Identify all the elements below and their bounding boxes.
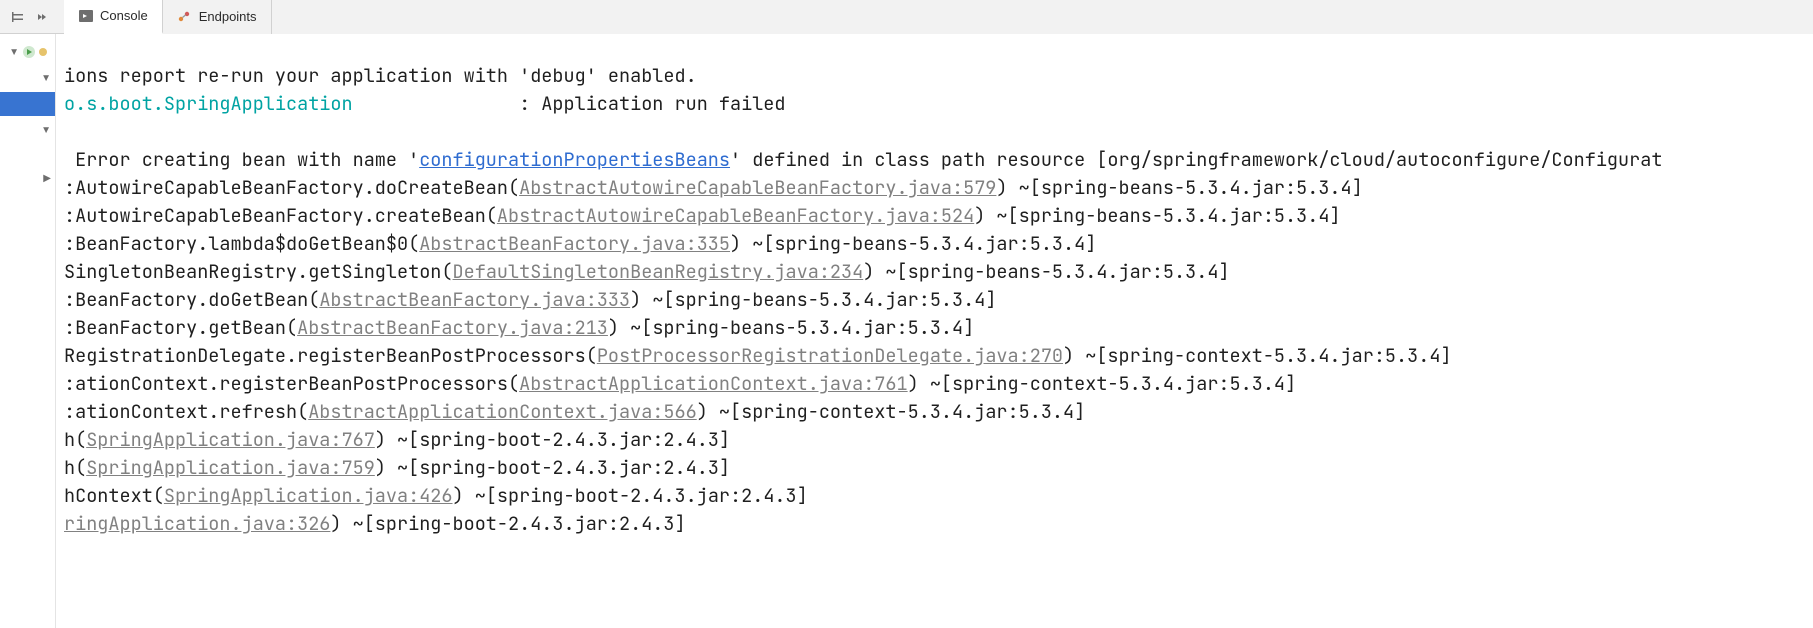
stack-frame: :BeanFactory.lambda$doGetBean$0(	[64, 231, 419, 256]
source-link[interactable]: AbstractApplicationContext.java:566	[308, 399, 697, 424]
stack-frame: :AutowireCapableBeanFactory.createBean(	[64, 203, 497, 228]
stack-frame: hContext(	[64, 483, 164, 508]
stack-frame: :BeanFactory.getBean(	[64, 315, 297, 340]
endpoints-icon	[177, 9, 193, 25]
gutter-row-selected[interactable]	[0, 92, 55, 116]
stack-frame: h(	[64, 455, 86, 480]
stack-frame: ) ~[spring-beans-5.3.4.jar:5.3.4]	[608, 315, 974, 340]
console-line: : Application run failed	[353, 91, 786, 116]
stack-frame: :ationContext.registerBeanPostProcessors…	[64, 371, 519, 396]
stack-frame: ) ~[spring-boot-2.4.3.jar:2.4.3]	[330, 511, 685, 536]
logger-name: o.s.boot.SpringApplication	[64, 91, 353, 116]
source-link[interactable]: DefaultSingletonBeanRegistry.java:234	[453, 259, 864, 284]
stack-frame: ) ~[spring-beans-5.3.4.jar:5.3.4]	[630, 287, 996, 312]
stack-frame: ) ~[spring-beans-5.3.4.jar:5.3.4]	[996, 175, 1362, 200]
more-button[interactable]	[30, 5, 54, 29]
source-link[interactable]: SpringApplication.java:767	[86, 427, 375, 452]
tab-endpoints[interactable]: Endpoints	[163, 0, 272, 34]
toolwindow-header: Console Endpoints	[0, 0, 1813, 34]
source-link[interactable]: AbstractAutowireCapableBeanFactory.java:…	[519, 175, 996, 200]
stack-frame: RegistrationDelegate.registerBeanPostPro…	[64, 343, 597, 368]
source-link[interactable]: ringApplication.java:326	[64, 511, 330, 536]
console-line: Error creating bean with name '	[64, 147, 419, 172]
stack-frame: SingletonBeanRegistry.getSingleton(	[64, 259, 453, 284]
gutter-row[interactable]: ▼	[0, 118, 55, 142]
chevron-down-icon: ▼	[41, 125, 51, 136]
stack-frame: ) ~[spring-context-5.3.4.jar:5.3.4]	[1063, 343, 1452, 368]
stack-frame: ) ~[spring-beans-5.3.4.jar:5.3.4]	[974, 203, 1340, 228]
console-line: ' defined in class path resource [org/sp…	[730, 147, 1662, 172]
chevron-down-icon: ▼	[41, 73, 51, 84]
source-link[interactable]: SpringApplication.java:426	[164, 483, 453, 508]
stack-frame: ) ~[spring-boot-2.4.3.jar:2.4.3]	[453, 483, 808, 508]
header-spacer	[272, 0, 1813, 34]
stack-frame: ) ~[spring-beans-5.3.4.jar:5.3.4]	[730, 231, 1096, 256]
stack-frame: :AutowireCapableBeanFactory.doCreateBean…	[64, 175, 519, 200]
chevron-right-icon: ▶	[43, 173, 51, 184]
stack-frame: ) ~[spring-beans-5.3.4.jar:5.3.4]	[863, 259, 1229, 284]
console-line: ions report re-run your application with…	[64, 63, 697, 88]
source-link[interactable]: AbstractBeanFactory.java:333	[319, 287, 630, 312]
console-output[interactable]: ions report re-run your application with…	[56, 34, 1813, 628]
stack-frame: ) ~[spring-context-5.3.4.jar:5.3.4]	[908, 371, 1297, 396]
gutter-row[interactable]: ▼	[0, 66, 55, 90]
source-link[interactable]: PostProcessorRegistrationDelegate.java:2…	[597, 343, 1063, 368]
tab-label: Endpoints	[199, 9, 257, 24]
tab-label: Console	[100, 8, 148, 23]
stack-frame: :BeanFactory.doGetBean(	[64, 287, 319, 312]
chevron-down-icon: ▼	[9, 47, 19, 58]
source-link[interactable]: AbstractApplicationContext.java:761	[519, 371, 908, 396]
stack-frame: ) ~[spring-context-5.3.4.jar:5.3.4]	[697, 399, 1086, 424]
stack-frame: :ationContext.refresh(	[64, 399, 308, 424]
stack-frame: ) ~[spring-boot-2.4.3.jar:2.4.3]	[375, 427, 730, 452]
hide-panel-button[interactable]	[6, 5, 30, 29]
run-gutter: ▼ ▼ ▼ ▶	[0, 34, 56, 628]
gutter-row[interactable]: ▶	[0, 166, 55, 190]
source-link[interactable]: AbstractBeanFactory.java:213	[297, 315, 608, 340]
source-link[interactable]: AbstractAutowireCapableBeanFactory.java:…	[497, 203, 974, 228]
tab-console[interactable]: Console	[64, 0, 163, 34]
source-link[interactable]: SpringApplication.java:759	[86, 455, 375, 480]
status-badge-icon	[35, 44, 51, 60]
console-icon	[78, 8, 94, 24]
stack-frame: ) ~[spring-boot-2.4.3.jar:2.4.3]	[375, 455, 730, 480]
bean-link[interactable]: configurationPropertiesBeans	[419, 147, 730, 172]
stack-frame: h(	[64, 427, 86, 452]
gutter-row[interactable]: ▼	[0, 40, 55, 64]
source-link[interactable]: AbstractBeanFactory.java:335	[419, 231, 730, 256]
